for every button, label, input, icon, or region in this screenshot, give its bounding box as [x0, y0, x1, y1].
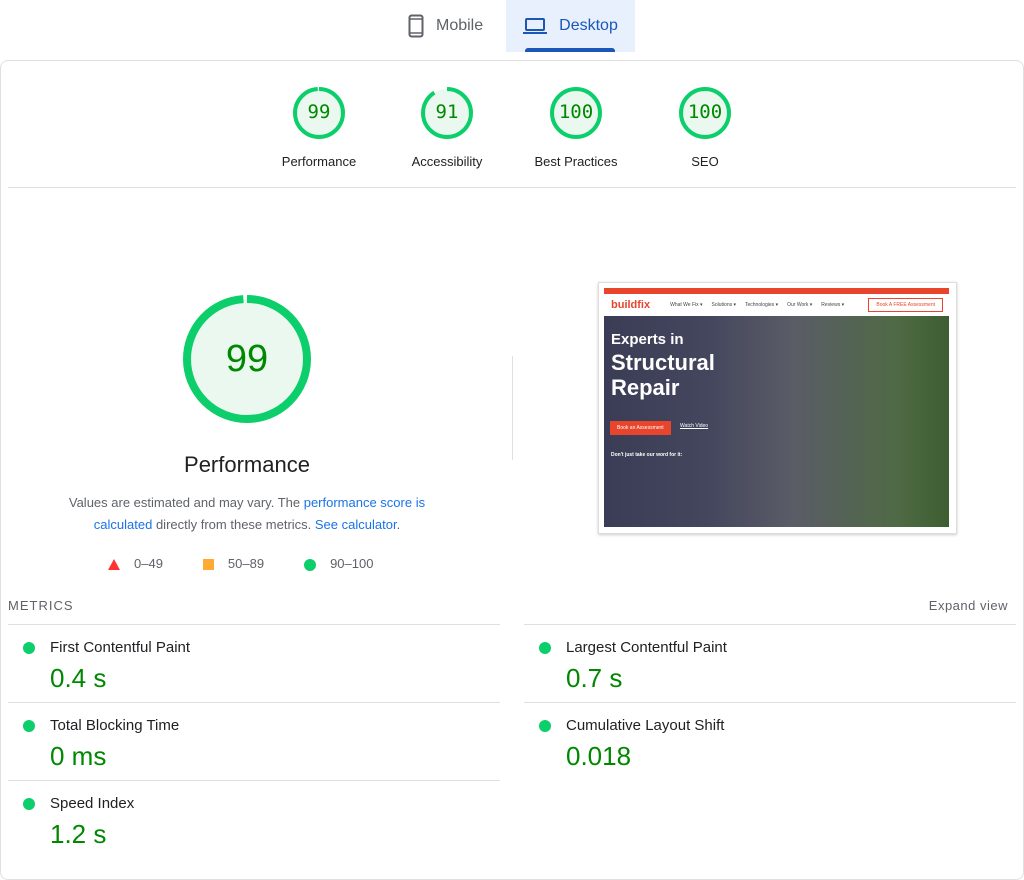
site-hero: Experts in Structural Repair Book an Ass… [604, 316, 949, 527]
pass-circle-icon [539, 720, 551, 732]
site-headline: Experts in [611, 331, 684, 348]
laptop-icon [523, 17, 547, 35]
tab-desktop[interactable]: Desktop [506, 0, 635, 52]
desc-text: Values are estimated and may vary. The [69, 495, 304, 510]
metric-first-contentful-paint: First Contentful Paint 0.4 s [8, 624, 500, 702]
gauge-accessibility[interactable]: 91 Accessibility [387, 86, 507, 169]
tab-mobile[interactable]: Mobile [408, 0, 483, 52]
site-watch-video: Watch Video [680, 423, 708, 429]
site-cta: Book A FREE Assessment [868, 298, 943, 312]
gauge-score: 91 [387, 101, 507, 123]
site-nav-item: Our Work ▾ [787, 302, 812, 308]
metric-speed-index: Speed Index 1.2 s [8, 780, 500, 858]
phone-icon [408, 14, 424, 38]
legend-label: 0–49 [134, 556, 163, 571]
circle-icon [304, 559, 316, 571]
metric-name: Total Blocking Time [50, 717, 179, 734]
square-icon [203, 559, 214, 570]
gauge-performance[interactable]: 99 Performance [259, 86, 379, 169]
site-button: Book an Assessment [610, 421, 671, 435]
gauge-label: Accessibility [387, 154, 507, 169]
metric-value: 0 ms [50, 741, 106, 772]
expand-view-toggle[interactable]: Expand view [929, 598, 1008, 613]
device-tabs: Mobile Desktop [0, 0, 1024, 52]
pass-circle-icon [23, 798, 35, 810]
metric-value: 0.7 s [566, 663, 622, 694]
metric-name: Largest Contentful Paint [566, 639, 727, 656]
tab-label: Desktop [559, 17, 618, 35]
site-nav: buildfix What We Fix ▾ Solutions ▾ Techn… [604, 294, 949, 316]
site-logo: buildfix [611, 299, 650, 311]
gauge-label: Best Practices [516, 154, 636, 169]
legend-label: 90–100 [330, 556, 373, 571]
desc-text: directly from these metrics. [152, 517, 315, 532]
see-calculator-link[interactable]: See calculator [315, 517, 397, 532]
metric-name: Speed Index [50, 795, 134, 812]
pass-circle-icon [23, 642, 35, 654]
pass-circle-icon [23, 720, 35, 732]
gauge-best-practices[interactable]: 100 Best Practices [516, 86, 636, 169]
site-quote: Don't just take our word for it: [611, 452, 682, 458]
gauge-label: SEO [645, 154, 765, 169]
tab-label: Mobile [436, 17, 483, 35]
gauge-label: Performance [259, 154, 379, 169]
divider [8, 187, 1016, 188]
metric-largest-contentful-paint: Largest Contentful Paint 0.7 s [524, 624, 1016, 702]
desc-text: . [397, 517, 401, 532]
triangle-icon [108, 559, 120, 570]
gauge-seo[interactable]: 100 SEO [645, 86, 765, 169]
final-screenshot[interactable]: buildfix What We Fix ▾ Solutions ▾ Techn… [598, 282, 957, 534]
performance-description: Values are estimated and may vary. The p… [40, 492, 454, 536]
performance-title: Performance [0, 452, 494, 478]
legend-pass: 90–100 [304, 556, 373, 571]
legend-label: 50–89 [228, 556, 264, 571]
gauge-score: 100 [516, 101, 636, 123]
legend-average: 50–89 [203, 556, 264, 571]
performance-gauge: 99 [182, 294, 312, 424]
gauge-score: 100 [645, 101, 765, 123]
site-nav-item: Reviews ▾ [821, 302, 844, 308]
metric-name: Cumulative Layout Shift [566, 717, 724, 734]
pass-circle-icon [539, 642, 551, 654]
site-nav-item: What We Fix ▾ [670, 302, 702, 308]
site-nav-item: Solutions ▾ [712, 302, 736, 308]
site-headline: Structural Repair [611, 350, 741, 400]
score-legend: 0–49 50–89 90–100 [108, 556, 373, 571]
metric-cumulative-layout-shift: Cumulative Layout Shift 0.018 [524, 702, 1016, 780]
metric-name: First Contentful Paint [50, 639, 190, 656]
site-nav-item: Technologies ▾ [745, 302, 778, 308]
metric-value: 0.4 s [50, 663, 106, 694]
performance-score: 99 [182, 294, 312, 424]
metric-value: 1.2 s [50, 819, 106, 850]
vertical-divider [512, 356, 513, 460]
metric-total-blocking-time: Total Blocking Time 0 ms [8, 702, 500, 780]
metrics-header: METRICS [8, 598, 74, 613]
gauge-score: 99 [259, 101, 379, 123]
legend-fail: 0–49 [108, 556, 163, 571]
metric-value: 0.018 [566, 741, 631, 772]
